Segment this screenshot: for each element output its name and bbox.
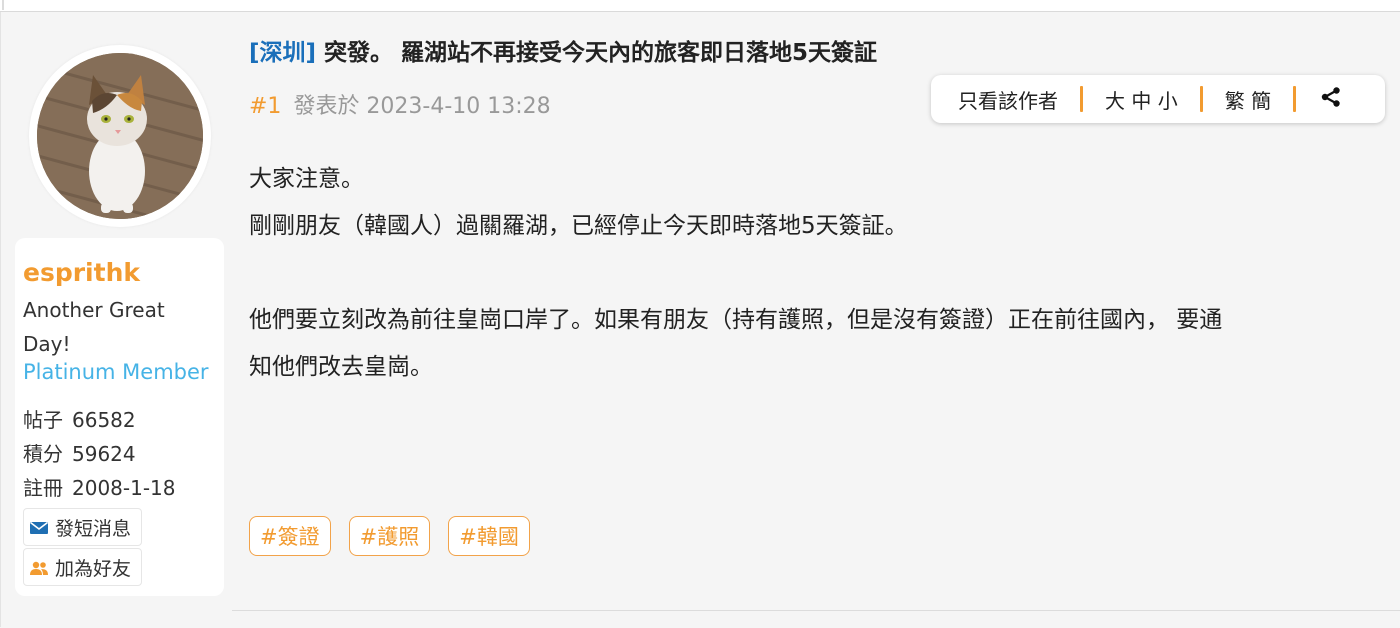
post-body-line: 剛剛朋友（韓國人）過關羅湖，已經停止今天即時落地5天簽証。 bbox=[249, 213, 908, 239]
thread-title: [深圳] 突發。 羅湖站不再接受今天內的旅客即日落地5天簽証 bbox=[249, 33, 877, 67]
stat-registered: 註冊 2008-1-18 bbox=[23, 472, 176, 501]
font-size-switch[interactable]: 大 中 小 bbox=[1105, 75, 1178, 123]
stat-registered-label: 註冊 bbox=[23, 476, 63, 500]
tag-visa[interactable]: #簽證 bbox=[249, 516, 331, 556]
post-timestamp: 發表於 2023-4-10 13:28 bbox=[293, 94, 551, 119]
forum-link[interactable]: [深圳] bbox=[249, 40, 316, 66]
envelope-icon bbox=[29, 519, 49, 535]
tag-passport[interactable]: #護照 bbox=[348, 516, 431, 556]
stat-posts: 帖子 66582 bbox=[23, 404, 136, 433]
post-divider bbox=[232, 610, 1400, 628]
post-content: [深圳] 突發。 羅湖站不再接受今天內的旅客即日落地5天簽証 #1 發表於 202… bbox=[232, 12, 1400, 610]
tag-list: #簽證 #護照 #韓國 bbox=[249, 516, 548, 556]
post-toolbar: 只看該作者 大 中 小 繁 簡 bbox=[931, 75, 1385, 123]
username-link[interactable]: esprithk bbox=[23, 258, 140, 287]
post-meta: #1 發表於 2023-4-10 13:28 bbox=[249, 88, 551, 120]
user-rank[interactable]: Platinum Member bbox=[23, 360, 209, 384]
avatar-frame bbox=[29, 45, 211, 227]
share-button[interactable] bbox=[1320, 75, 1342, 123]
stat-credits: 積分 59624 bbox=[23, 438, 136, 467]
toolbar-divider bbox=[1199, 86, 1203, 112]
add-friend-button[interactable]: 加為好友 bbox=[23, 548, 143, 586]
floor-number[interactable]: #1 bbox=[249, 94, 281, 119]
avatar[interactable] bbox=[37, 53, 203, 219]
author-only-button[interactable]: 只看該作者 bbox=[958, 75, 1058, 123]
author-sidebar: esprithk Another Great Day! Platinum Mem… bbox=[0, 12, 232, 627]
tag-korea[interactable]: #韓國 bbox=[448, 516, 530, 556]
post-body-line: 他們要立刻改為前往皇崗口岸了。如果有朋友（持有護照，但是沒有簽證）正在前往國內，… bbox=[249, 307, 1223, 333]
toolbar-divider bbox=[1080, 86, 1083, 112]
post-body-line: 大家注意。 bbox=[249, 166, 364, 192]
top-border bbox=[0, 0, 1400, 12]
stat-registered-value: 2008-1-18 bbox=[72, 476, 176, 500]
add-friend-label: 加為好友 bbox=[55, 557, 132, 580]
share-icon bbox=[1320, 86, 1342, 113]
post-body: 大家注意。 剛剛朋友（韓國人）過關羅湖，已經停止今天即時落地5天簽証。 他們要立… bbox=[249, 156, 1379, 391]
users-icon bbox=[29, 559, 49, 575]
stat-posts-label: 帖子 bbox=[23, 408, 63, 432]
send-message-label: 發短消息 bbox=[55, 517, 132, 540]
post-body-line: 知他們改去皇崗。 bbox=[249, 354, 433, 380]
toolbar-divider bbox=[1293, 86, 1297, 112]
thread-title-text: 突發。 羅湖站不再接受今天內的旅客即日落地5天簽証 bbox=[324, 40, 878, 66]
user-tagline: Another Great Day! bbox=[23, 298, 165, 356]
send-message-button[interactable]: 發短消息 bbox=[23, 508, 143, 546]
stat-credits-value: 59624 bbox=[72, 442, 136, 466]
user-card: esprithk Another Great Day! Platinum Mem… bbox=[15, 238, 224, 596]
stat-posts-value[interactable]: 66582 bbox=[72, 408, 136, 432]
stat-credits-label: 積分 bbox=[23, 442, 63, 466]
trad-simp-switch[interactable]: 繁 簡 bbox=[1225, 75, 1271, 123]
